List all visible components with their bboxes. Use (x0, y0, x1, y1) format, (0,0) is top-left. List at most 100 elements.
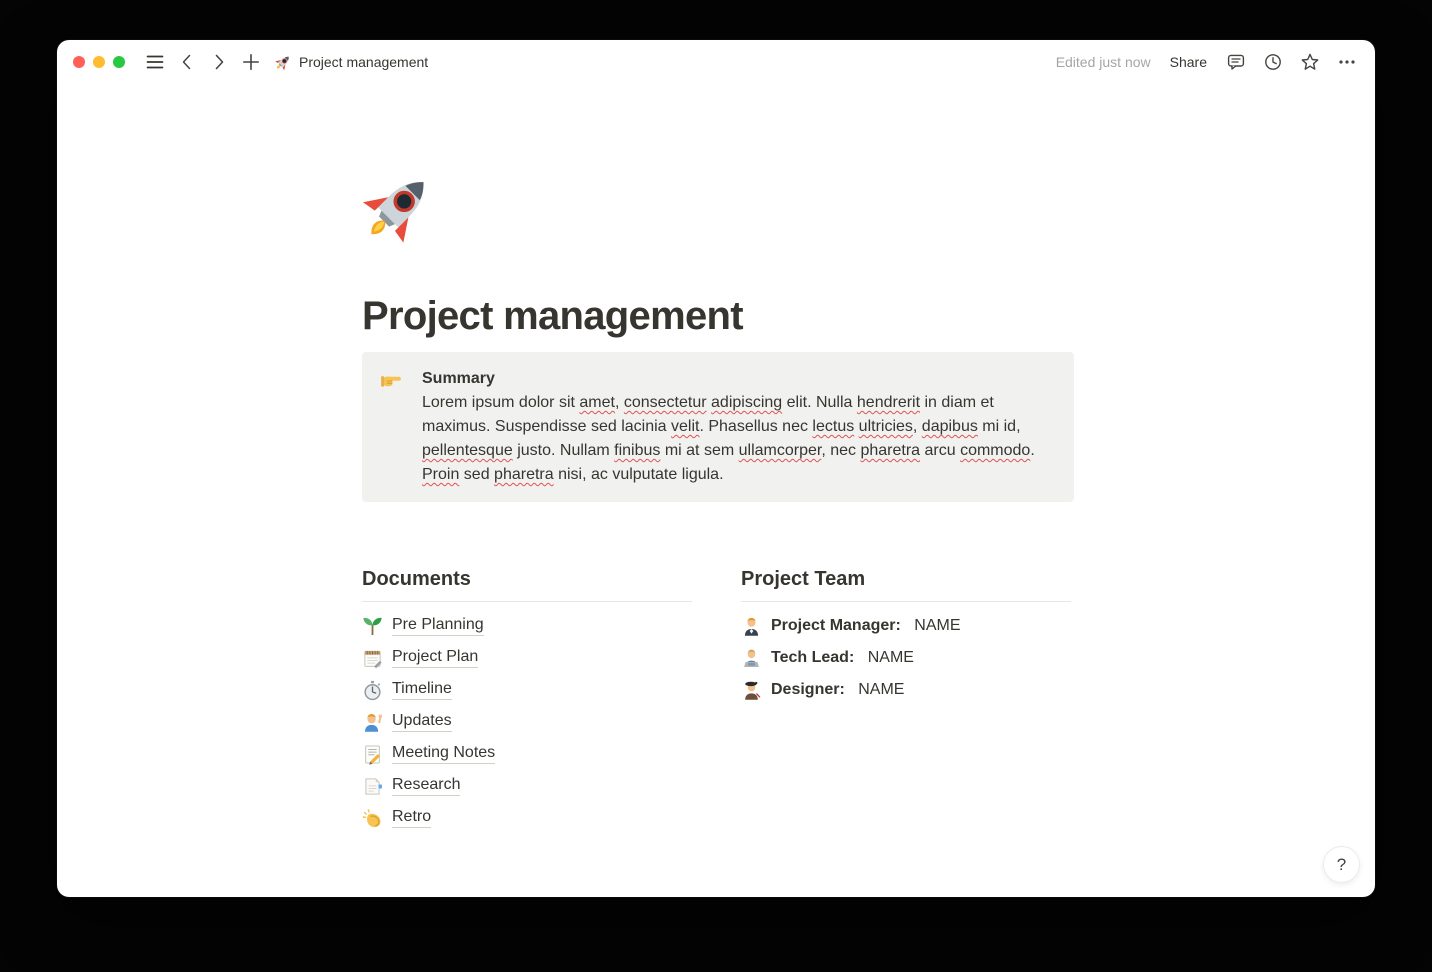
team-member-row: Tech Lead: NAME (741, 646, 1071, 670)
man-technologist-icon (741, 648, 762, 669)
star-button[interactable] (1300, 52, 1320, 72)
team-role-label: Designer: (771, 681, 845, 699)
callout-text-segment: mi at sem (660, 442, 738, 459)
page-body: Project management Summary Lorem ipsum d… (362, 170, 1074, 838)
chevron-left-button[interactable] (177, 52, 197, 72)
memo-icon (362, 744, 383, 765)
menu-button[interactable] (145, 52, 165, 72)
woman-office-worker-icon (741, 616, 762, 637)
titlebar: Project management Edited just now Share (57, 40, 1375, 84)
callout-text-segment: Lorem ipsum dolor sit (422, 394, 579, 411)
comment-button[interactable] (1226, 52, 1246, 72)
history-icon (1263, 52, 1283, 72)
breadcrumb[interactable]: Project management (275, 54, 428, 71)
memo-icon (362, 744, 383, 765)
seedling-icon (362, 616, 383, 637)
stopwatch-icon (362, 680, 383, 701)
team-member-row: Project Manager: NAME (741, 614, 1071, 638)
documents-heading: Documents (362, 566, 692, 602)
document-link-label[interactable]: Retro (392, 808, 431, 828)
callout-text-segment: . (1030, 442, 1034, 459)
callout-text-segment: , nec (821, 442, 860, 459)
team-column: Project Team Project Manager: NAMETech L… (741, 566, 1071, 838)
document-link-label[interactable]: Meeting Notes (392, 744, 495, 764)
callout-text-segment: justo. Nullam (513, 442, 614, 459)
more-button[interactable] (1337, 52, 1357, 72)
callout-text-segment: velit (671, 418, 699, 435)
more-icon (1337, 52, 1357, 72)
team-member-row: Designer: NAME (741, 678, 1071, 702)
nav-controls (145, 52, 261, 72)
callout-text: Lorem ipsum dolor sit amet, consectetur … (422, 391, 1052, 487)
team-member-name: NAME (910, 617, 961, 635)
document-link[interactable]: Research (362, 774, 692, 798)
notepad-icon (362, 648, 383, 669)
minimize-button[interactable] (93, 56, 105, 68)
close-button[interactable] (73, 56, 85, 68)
document-link-label[interactable]: Research (392, 776, 460, 796)
traffic-lights (73, 56, 125, 68)
callout-text-segment: amet (579, 394, 615, 411)
callout-text-segment: pharetra (494, 466, 554, 483)
callout-text-segment: dapibus (922, 418, 978, 435)
plus-button[interactable] (241, 52, 261, 72)
two-column-section: Documents Pre Planning Project Plan Timeli… (362, 566, 1074, 838)
woman-raising-hand-icon (362, 712, 383, 733)
seedling-icon (362, 616, 383, 637)
woman-raising-hand-icon (362, 712, 383, 733)
bookmark-tabs-icon (362, 776, 383, 797)
stopwatch-icon (362, 680, 383, 701)
team-role-label: Tech Lead: (771, 649, 854, 667)
callout-text-segment: sed (459, 466, 494, 483)
callout-text-segment: consectetur (624, 394, 707, 411)
edited-status: Edited just now (1056, 54, 1151, 70)
team-heading: Project Team (741, 566, 1071, 602)
callout-text-segment: elit. Nulla (782, 394, 857, 411)
page-title[interactable]: Project management (362, 292, 1074, 340)
woman-office-worker-icon (741, 616, 762, 637)
document-link[interactable]: Timeline (362, 678, 692, 702)
rocket-icon (362, 170, 438, 246)
man-artist-icon (741, 680, 762, 701)
callout-heading: Summary (422, 367, 1052, 391)
man-technologist-icon (741, 648, 762, 669)
document-link[interactable]: Pre Planning (362, 614, 692, 638)
pointing-right-icon (380, 369, 402, 391)
callout-text-segment: adipiscing (711, 394, 782, 411)
document-link-label[interactable]: Project Plan (392, 648, 478, 668)
comment-icon (1226, 52, 1246, 72)
document-link[interactable]: Project Plan (362, 646, 692, 670)
share-button[interactable]: Share (1170, 54, 1207, 70)
zoom-button[interactable] (113, 56, 125, 68)
team-role-label: Project Manager: (771, 617, 901, 635)
chevron-right-icon (209, 52, 229, 72)
callout-text-segment: pellentesque (422, 442, 513, 459)
callout-text-segment: . Phasellus nec (699, 418, 812, 435)
history-button[interactable] (1263, 52, 1283, 72)
document-link-label[interactable]: Updates (392, 712, 452, 732)
document-link[interactable]: Meeting Notes (362, 742, 692, 766)
callout-text-segment: ullamcorper (739, 442, 822, 459)
document-link[interactable]: Updates (362, 710, 692, 734)
document-link-label[interactable]: Pre Planning (392, 616, 484, 636)
titlebar-right: Edited just now Share (1056, 52, 1357, 72)
callout-text-segment: pharetra (860, 442, 920, 459)
titlebar-actions (1226, 52, 1357, 72)
page-icon[interactable] (362, 170, 438, 246)
bookmark-tabs-icon (362, 776, 383, 797)
team-list: Project Manager: NAMETech Lead: NAMEDesi… (741, 614, 1071, 702)
notepad-icon (362, 648, 383, 669)
document-link-label[interactable]: Timeline (392, 680, 452, 700)
callout-text-segment: hendrerit (857, 394, 920, 411)
help-button[interactable]: ? (1323, 846, 1360, 883)
chevron-right-button[interactable] (209, 52, 229, 72)
document-link[interactable]: Retro (362, 806, 692, 830)
clapping-hands-icon (362, 808, 383, 829)
callout-text-segment: ultricies (859, 418, 913, 435)
team-member-name: NAME (863, 649, 914, 667)
documents-list: Pre Planning Project Plan Timeline Updates M… (362, 614, 692, 830)
callout-text-segment: commodo (960, 442, 1030, 459)
breadcrumb-title: Project management (299, 54, 428, 70)
star-icon (1300, 52, 1320, 72)
man-artist-icon (741, 680, 762, 701)
